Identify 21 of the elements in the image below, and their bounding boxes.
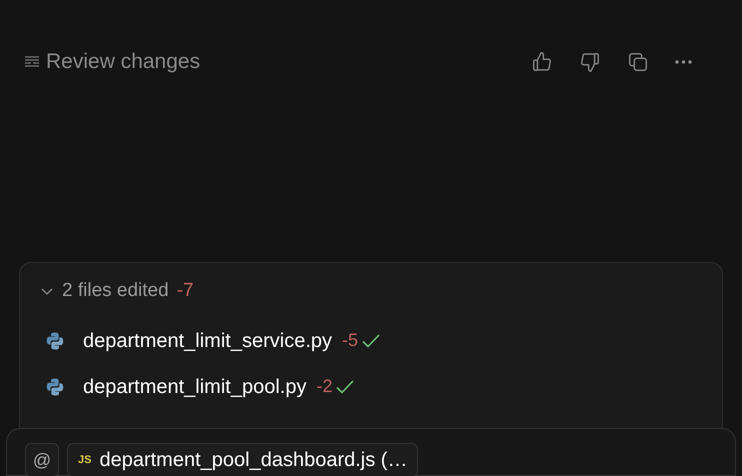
file-name[interactable]: department_limit_pool.py <box>83 372 306 402</box>
thumbs-down-button[interactable] <box>579 50 601 73</box>
file-name[interactable]: department_limit_service.py <box>83 326 332 356</box>
more-options-button[interactable] <box>675 60 692 64</box>
list-icon <box>24 54 40 69</box>
python-icon <box>45 330 65 350</box>
js-file-label: JS <box>78 452 92 468</box>
python-icon <box>45 376 65 396</box>
review-changes-title: Review changes <box>46 49 200 75</box>
context-file-name: department_pool_dashboard.js (… <box>99 448 408 473</box>
context-file-chip[interactable]: JS department_pool_dashboard.js (… <box>67 443 418 476</box>
ellipsis-icon <box>675 60 692 64</box>
thumbs-up-button[interactable] <box>531 50 553 73</box>
deleted-lines-count: -5 <box>342 329 358 352</box>
deleted-lines-count: -7 <box>176 279 194 303</box>
deleted-lines-count: -2 <box>316 375 332 398</box>
checkmark-icon <box>336 380 354 394</box>
files-edited-summary: 2 files edited <box>62 279 169 303</box>
copy-button[interactable] <box>627 50 649 73</box>
mention-button[interactable]: @ <box>25 443 59 476</box>
checkmark-icon <box>362 334 380 348</box>
